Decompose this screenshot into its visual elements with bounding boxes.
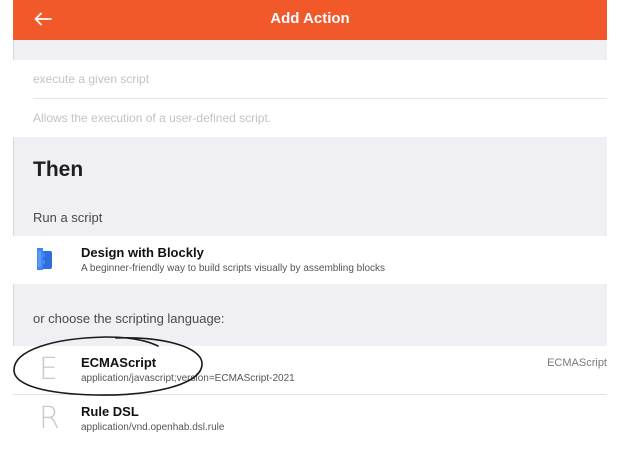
screenshot-frame: Add Action execute a given script Allows… [0,0,619,450]
language-mime: application/javascript;version=ECMAScrip… [81,373,295,384]
language-item-ecmascript[interactable]: E ECMAScript application/javascript;vers… [13,346,607,395]
language-mime: application/vnd.openhab.dsl.rule [81,422,225,433]
letter-avatar: R [39,401,60,436]
language-item-rule-dsl[interactable]: R Rule DSL application/vnd.openhab.dsl.r… [13,395,607,443]
blockly-title: Design with Blockly [81,245,204,260]
blockly-puzzle-icon [37,248,52,270]
label-field[interactable]: execute a given script [33,60,607,99]
navbar: Add Action [13,0,607,40]
page-title: Add Action [270,10,350,27]
description-field[interactable]: Allows the execution of a user-defined s… [33,99,607,137]
blockly-item[interactable]: Design with Blockly A beginner-friendly … [13,236,607,284]
module-fields: execute a given script Allows the execut… [13,60,607,137]
language-title: ECMAScript [81,355,157,370]
language-after: ECMAScript [547,357,607,369]
letter-avatar: E [39,352,58,387]
blockly-card: Design with Blockly A beginner-friendly … [13,236,607,284]
language-title: Rule DSL [81,404,139,419]
choose-language-label: or choose the scripting language: [33,311,225,326]
block-title: Then [33,158,84,181]
blockly-subtitle: A beginner-friendly way to build scripts… [81,263,386,274]
run-script-label: Run a script [33,210,103,225]
language-list: E ECMAScript application/javascript;vers… [13,346,607,450]
app-window: Add Action execute a given script Allows… [13,0,607,450]
